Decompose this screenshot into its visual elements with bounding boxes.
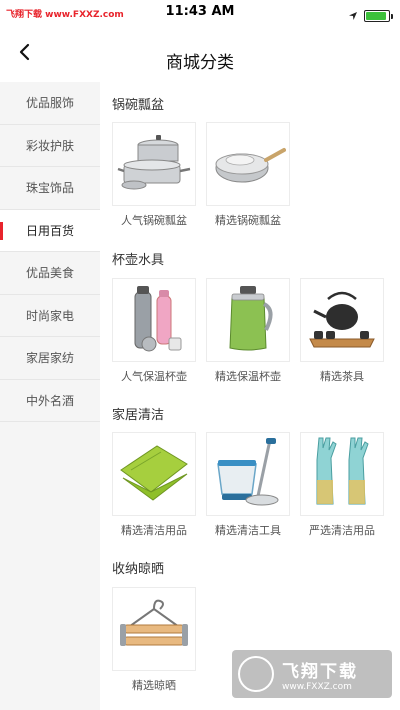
sidebar-item-label: 优品美食 (25, 266, 74, 281)
product-label: 精选锅碗瓢盆 (215, 214, 281, 227)
battery-icon (364, 9, 393, 22)
sidebar-item-home-textiles[interactable]: 家居家纺 (0, 337, 100, 380)
product-tile[interactable]: 精选晾晒 (112, 587, 196, 693)
watermark-url: www.FXXZ.com (282, 681, 352, 692)
sidebar-item-food[interactable]: 优品美食 (0, 252, 100, 295)
product-label: 精选保温杯壶 (215, 370, 281, 383)
cookware-set-icon (116, 127, 192, 201)
thermos-set-icon (119, 282, 189, 358)
section-title-cookware: 锅碗瓢盆 (112, 98, 165, 113)
sidebar-item-label: 珠宝饰品 (25, 181, 74, 196)
product-tile[interactable]: 精选锅碗瓢盆 (206, 122, 290, 228)
sidebar-item-label: 优品服饰 (25, 96, 74, 111)
sidebar-item-label: 彩妆护肤 (25, 138, 74, 153)
category-content: 锅碗瓢盆 人气锅碗瓢盆 精选锅碗瓢盆 杯壶水具 人气保温杯壶 精选保温杯壶 精选… (100, 82, 400, 710)
sidebar-item-label: 日用百货 (25, 223, 74, 238)
location-arrow-icon (348, 6, 358, 25)
sidebar-item-appliances[interactable]: 时尚家电 (0, 295, 100, 337)
product-image (112, 587, 196, 671)
rubber-gloves-icon (307, 434, 377, 514)
hanger-icon (116, 595, 192, 663)
product-label: 精选清洁工具 (215, 524, 281, 537)
status-right (348, 6, 393, 25)
product-image (300, 278, 384, 362)
product-label: 严选清洁用品 (309, 524, 375, 537)
battery-cap (391, 13, 393, 19)
product-image (206, 432, 290, 516)
wok-icon (210, 132, 286, 196)
product-image (206, 278, 290, 362)
section-title-drinkware: 杯壶水具 (112, 253, 165, 268)
cleaning-cloth-icon (117, 440, 191, 508)
product-tile[interactable]: 精选保温杯壶 (206, 278, 290, 384)
sidebar-item-daily-goods[interactable]: 日用百货 (0, 209, 100, 252)
product-image (112, 278, 196, 362)
product-tile[interactable]: 人气锅碗瓢盆 (112, 122, 196, 228)
watermark: 飞翔下载 www.FXXZ.com (232, 650, 392, 698)
watermark-title: 飞翔下载 (282, 661, 358, 682)
section-title-storage-drying: 收纳晾晒 (112, 562, 165, 577)
product-tile[interactable]: 人气保温杯壶 (112, 278, 196, 384)
product-image (112, 432, 196, 516)
product-image (300, 432, 384, 516)
product-label: 人气保温杯壶 (121, 370, 187, 383)
sidebar-item-label: 家居家纺 (25, 351, 74, 366)
sidebar-item-cosmetics[interactable]: 彩妆护肤 (0, 125, 100, 167)
sidebar-item-label: 时尚家电 (25, 308, 74, 323)
product-tile[interactable]: 严选清洁用品 (300, 432, 384, 538)
status-bar: 飞翔下载 www.FXXZ.com 11:43 AM (0, 0, 400, 26)
sidebar-item-label: 中外名酒 (25, 393, 74, 408)
nav-bar: 商城分类 (0, 26, 400, 82)
product-label: 精选茶具 (320, 370, 364, 383)
watermark-text: 飞翔下载 www.FXXZ.com (282, 657, 358, 692)
product-label: 精选晾晒 (132, 679, 176, 692)
product-label: 人气锅碗瓢盆 (121, 214, 187, 227)
product-tile[interactable]: 精选茶具 (300, 278, 384, 384)
sidebar-item-clothing[interactable]: 优品服饰 (0, 82, 100, 125)
sidebar-item-jewelry[interactable]: 珠宝饰品 (0, 167, 100, 210)
status-time: 11:43 AM (165, 4, 235, 19)
product-tile[interactable]: 精选清洁用品 (112, 432, 196, 538)
product-label: 精选清洁用品 (121, 524, 187, 537)
sidebar-item-liquor[interactable]: 中外名酒 (0, 380, 100, 422)
vacuum-jug-icon (218, 282, 278, 358)
battery-fill (366, 11, 386, 20)
tea-set-icon (304, 283, 380, 357)
spin-mop-icon (210, 436, 286, 512)
product-image (112, 122, 196, 206)
product-image (206, 122, 290, 206)
watermark-logo-icon (238, 656, 274, 692)
product-tile[interactable]: 精选清洁工具 (206, 432, 290, 538)
page-title: 商城分类 (166, 53, 234, 73)
category-sidebar: 优品服饰 彩妆护肤 珠宝饰品 日用百货 优品美食 时尚家电 家居家纺 中外名酒 (0, 82, 100, 710)
section-title-cleaning: 家居清洁 (112, 408, 165, 423)
